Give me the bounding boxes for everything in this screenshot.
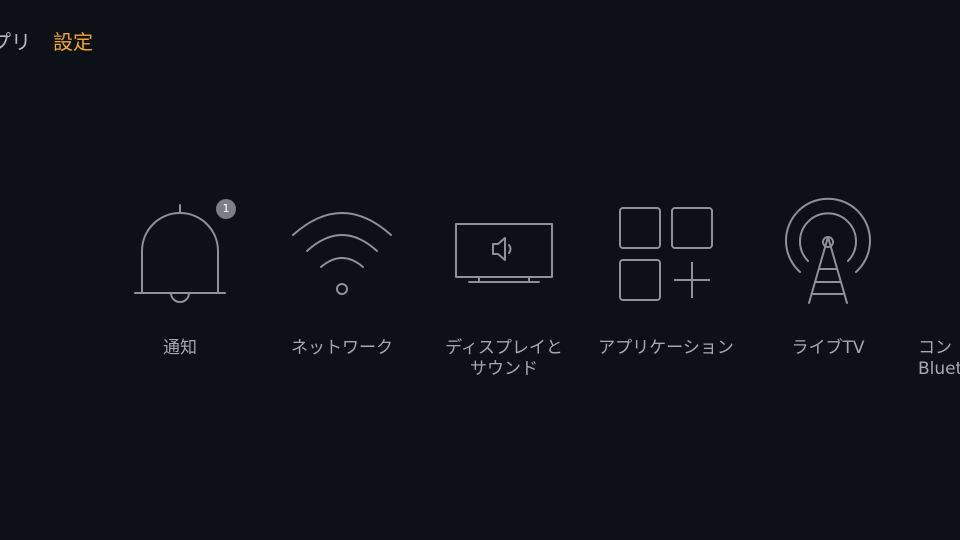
nav-tab-apps[interactable]: アプリ (0, 28, 31, 56)
tile-label-display-sound: ディスプレイと サウンド (445, 338, 563, 379)
settings-tile-live-tv[interactable]: ライブTV (747, 195, 909, 395)
bell-icon (99, 195, 261, 313)
tile-label-applications: アプリケーション (598, 338, 734, 358)
nav-tab-settings[interactable]: 設定 (53, 28, 93, 56)
settings-tile-applications[interactable]: アプリケーション (585, 195, 747, 395)
tv-speaker-icon (423, 195, 585, 313)
settings-tile-notifications[interactable]: 通知 (99, 195, 261, 395)
top-navigation: アプリ 設定 (0, 0, 960, 80)
antenna-icon (747, 195, 909, 313)
tile-label-network: ネットワーク (291, 338, 393, 358)
notification-count-badge: 1 (216, 199, 236, 219)
tile-label-notifications: 通知 (163, 338, 197, 358)
settings-tile-display-sound[interactable]: ディスプレイと サウンド (423, 195, 585, 395)
tile-label-live-tv: ライブTV (791, 338, 865, 358)
tile-label-controllers-bluetooth: コン Bluet (918, 338, 960, 379)
settings-tile-network[interactable]: ネットワーク (261, 195, 423, 395)
wifi-icon (261, 195, 423, 313)
apps-grid-icon (585, 195, 747, 313)
settings-tile-controllers-bluetooth[interactable]: コン Bluet (918, 195, 960, 395)
